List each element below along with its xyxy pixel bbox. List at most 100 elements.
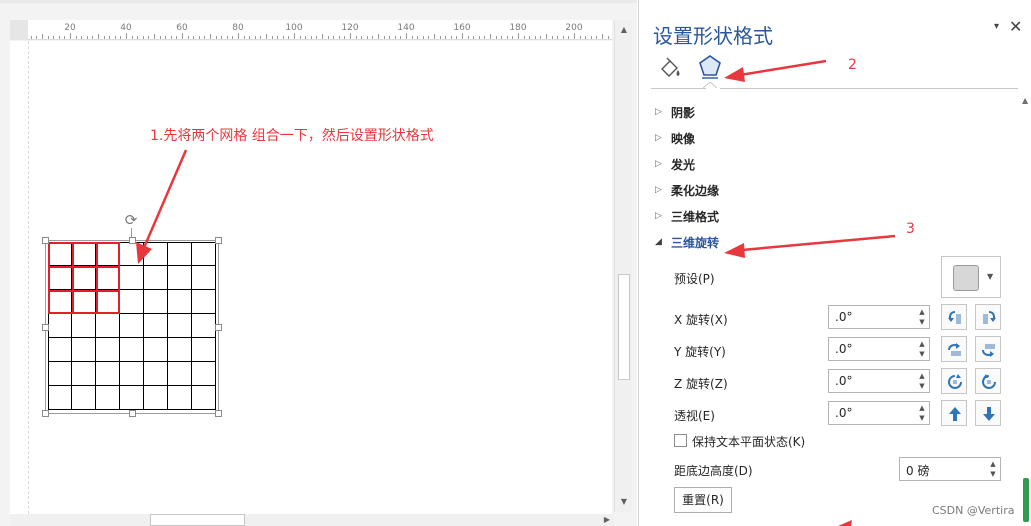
vertical-scrollbar[interactable]: ▲ ▼ bbox=[614, 20, 632, 512]
section-2[interactable]: ▷ 发光 bbox=[655, 155, 695, 173]
preset-label: 预设(P) bbox=[674, 272, 715, 286]
resize-handle-right[interactable] bbox=[215, 324, 222, 331]
spin-down-icon[interactable]: ▼ bbox=[917, 317, 927, 327]
y-rotate-down-button[interactable] bbox=[975, 336, 1001, 362]
ruler-tick bbox=[316, 36, 318, 39]
ruler-tick bbox=[529, 36, 531, 39]
horizontal-ruler[interactable]: 020406080100120140160180200 bbox=[10, 20, 612, 40]
horizontal-scrollbar[interactable]: ▶ bbox=[10, 514, 614, 526]
expanded-triangle-icon: ◢ bbox=[655, 237, 662, 247]
section-4[interactable]: ▷ 三维格式 bbox=[655, 207, 719, 225]
ruler-tick bbox=[411, 36, 413, 39]
scroll-down-icon[interactable]: ▼ bbox=[618, 496, 630, 508]
section-5[interactable]: ◢ 三维旋转 bbox=[655, 233, 719, 251]
pane-scroll-thumb[interactable] bbox=[1023, 478, 1029, 522]
pane-scrollbar[interactable]: ▲ bbox=[1021, 96, 1031, 526]
ruler-tick bbox=[557, 36, 559, 39]
selection-box bbox=[42, 237, 222, 417]
scroll-up-icon[interactable]: ▲ bbox=[1022, 96, 1028, 105]
resize-handle-top-right[interactable] bbox=[215, 237, 222, 244]
y-rotate-up-button[interactable] bbox=[941, 336, 967, 362]
z-rotation-value: .0° bbox=[835, 374, 853, 388]
scroll-up-icon[interactable]: ▲ bbox=[618, 24, 630, 36]
reset-button[interactable]: 重置(R) bbox=[674, 487, 732, 513]
ruler-tick bbox=[596, 36, 598, 39]
pane-options-icon[interactable]: ▾ bbox=[994, 21, 999, 32]
collapsed-triangle-icon: ▷ bbox=[655, 133, 662, 143]
ruler-tick bbox=[58, 36, 60, 39]
ruler-tick bbox=[266, 34, 267, 39]
scroll-right-icon[interactable]: ▶ bbox=[604, 514, 610, 526]
ruler-tick bbox=[450, 36, 452, 39]
distance-input[interactable]: 0 磅 ▲ ▼ bbox=[899, 457, 1001, 481]
ruler-tick bbox=[198, 36, 200, 39]
ruler-label: 200 bbox=[565, 23, 583, 33]
spin-down-icon[interactable]: ▼ bbox=[917, 381, 927, 391]
perspective-increase-button[interactable] bbox=[941, 400, 967, 426]
effects-icon[interactable] bbox=[697, 53, 723, 81]
ruler-tick bbox=[47, 36, 49, 39]
ruler-tick bbox=[473, 36, 475, 39]
ruler-tick bbox=[333, 36, 335, 39]
x-rotation-input[interactable]: .0° ▲ ▼ bbox=[828, 305, 930, 329]
spin-down-icon[interactable]: ▼ bbox=[917, 413, 927, 423]
perspective-decrease-button[interactable] bbox=[975, 400, 1001, 426]
resize-handle-bottom-left[interactable] bbox=[42, 410, 49, 417]
preset-dropdown[interactable]: ▼ bbox=[941, 256, 1001, 298]
ruler-tick bbox=[344, 36, 346, 39]
ruler-tick bbox=[193, 36, 195, 39]
ruler-label: 180 bbox=[509, 23, 527, 33]
keep-text-flat-checkbox[interactable] bbox=[674, 434, 687, 447]
ruler-tick bbox=[540, 36, 542, 39]
resize-handle-top[interactable] bbox=[129, 237, 136, 244]
section-1[interactable]: ▷ 映像 bbox=[655, 129, 695, 147]
ruler-tick bbox=[490, 34, 491, 39]
spin-up-icon[interactable]: ▲ bbox=[917, 307, 927, 317]
ruler-tick bbox=[389, 36, 391, 39]
ruler-tick bbox=[607, 36, 609, 39]
section-label: 三维旋转 bbox=[671, 235, 720, 250]
distance-label: 距底边高度(D) bbox=[674, 464, 753, 478]
horizontal-scroll-thumb[interactable] bbox=[150, 514, 245, 526]
spin-up-icon[interactable]: ▲ bbox=[917, 403, 927, 413]
y-rotation-label: Y 旋转(Y) bbox=[674, 345, 726, 359]
perspective-input[interactable]: .0° ▲ ▼ bbox=[828, 401, 930, 425]
ruler-tick bbox=[478, 36, 480, 39]
ruler-tick bbox=[249, 36, 251, 39]
close-icon[interactable]: ✕ bbox=[1009, 17, 1022, 36]
ruler-tick bbox=[154, 34, 155, 39]
ruler-tick bbox=[394, 36, 396, 39]
ruler-tick bbox=[305, 36, 307, 39]
z-rotate-clockwise-button[interactable] bbox=[975, 368, 1001, 394]
y-rotation-input[interactable]: .0° ▲ ▼ bbox=[828, 337, 930, 361]
page-margin-guide bbox=[28, 41, 29, 514]
ruler-tick bbox=[467, 36, 469, 39]
spin-down-icon[interactable]: ▼ bbox=[988, 469, 998, 479]
rotate-handle-icon[interactable]: ⟳ bbox=[123, 212, 139, 228]
ruler-tick bbox=[260, 36, 262, 39]
ruler-tick bbox=[142, 36, 144, 39]
resize-handle-bottom-right[interactable] bbox=[215, 410, 222, 417]
spin-up-icon[interactable]: ▲ bbox=[917, 371, 927, 381]
annotation-step2: 2 bbox=[848, 57, 857, 73]
vertical-scroll-thumb[interactable] bbox=[618, 274, 630, 380]
ruler-tick bbox=[383, 36, 385, 39]
z-rotation-input[interactable]: .0° ▲ ▼ bbox=[828, 369, 930, 393]
spin-down-icon[interactable]: ▼ bbox=[917, 349, 927, 359]
fill-line-icon[interactable] bbox=[658, 56, 682, 80]
ruler-tick bbox=[518, 33, 519, 39]
spin-up-icon[interactable]: ▲ bbox=[988, 459, 998, 469]
section-0[interactable]: ▷ 阴影 bbox=[655, 103, 695, 121]
ruler-tick bbox=[568, 36, 570, 39]
resize-handle-left[interactable] bbox=[42, 324, 49, 331]
resize-handle-top-left[interactable] bbox=[42, 237, 49, 244]
spin-up-icon[interactable]: ▲ bbox=[917, 339, 927, 349]
keep-text-flat-label[interactable]: 保持文本平面状态(K) bbox=[692, 433, 805, 450]
x-rotate-left-button[interactable] bbox=[941, 304, 967, 330]
resize-handle-bottom[interactable] bbox=[129, 410, 136, 417]
x-rotate-right-button[interactable] bbox=[975, 304, 1001, 330]
ruler-tick bbox=[310, 36, 312, 39]
section-3[interactable]: ▷ 柔化边缘 bbox=[655, 181, 719, 199]
ruler-tick bbox=[271, 36, 273, 39]
z-rotate-counterclockwise-button[interactable] bbox=[941, 368, 967, 394]
